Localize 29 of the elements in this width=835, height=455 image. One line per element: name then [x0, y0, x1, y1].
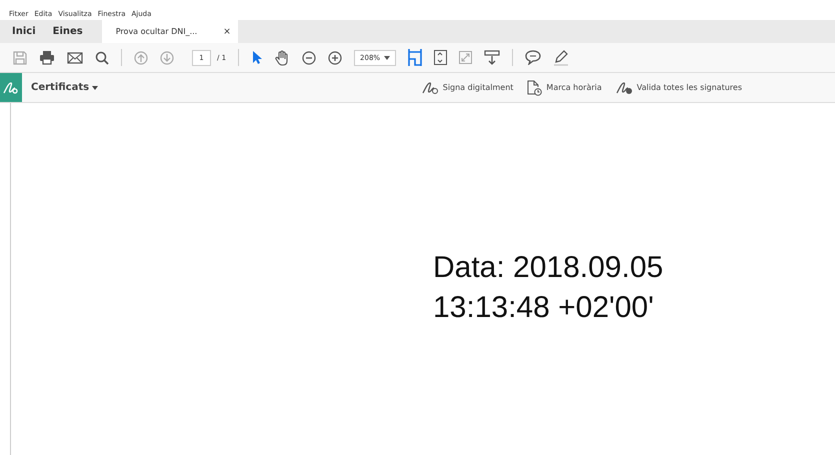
zoom-in-icon[interactable] [328, 50, 342, 64]
signature-pen-icon [422, 80, 439, 94]
certificate-action-button[interactable]: Marca horària [527, 80, 602, 96]
mail-icon[interactable] [67, 52, 83, 64]
tab-title: Prova ocultar DNI_... [116, 27, 198, 36]
search-icon[interactable] [95, 50, 109, 64]
nav-tab[interactable]: Eines [44, 20, 92, 43]
pen-icon[interactable] [553, 50, 570, 66]
scroll-mode-icon[interactable] [484, 50, 500, 66]
certificate-action-button[interactable]: Signa digitalment [422, 80, 514, 94]
fit-page-icon[interactable] [434, 50, 448, 65]
caret-icon [92, 86, 98, 90]
certificates-menu[interactable]: Certificats [31, 82, 98, 93]
comment-icon[interactable] [525, 50, 542, 65]
pointer-icon[interactable] [251, 50, 264, 65]
signature-check-icon [616, 80, 633, 94]
document-tab[interactable]: Prova ocultar DNI_... × [102, 20, 238, 43]
zoom-out-icon[interactable] [302, 50, 316, 64]
certificates-tool-icon[interactable] [0, 73, 22, 102]
document-text: Data: 2018.09.05 [433, 250, 664, 286]
close-tab-button[interactable]: × [223, 26, 231, 36]
hand-icon[interactable] [275, 50, 290, 66]
nav-tab[interactable]: Inici [4, 20, 45, 43]
document-clock-icon [527, 80, 542, 96]
certificate-action-button[interactable]: Valida totes les signatures [616, 80, 742, 94]
caret-icon [384, 56, 390, 60]
print-icon[interactable] [39, 50, 55, 65]
fit-width-icon[interactable] [408, 49, 422, 66]
document-text: 13:13:48 +02'00' [433, 290, 655, 326]
